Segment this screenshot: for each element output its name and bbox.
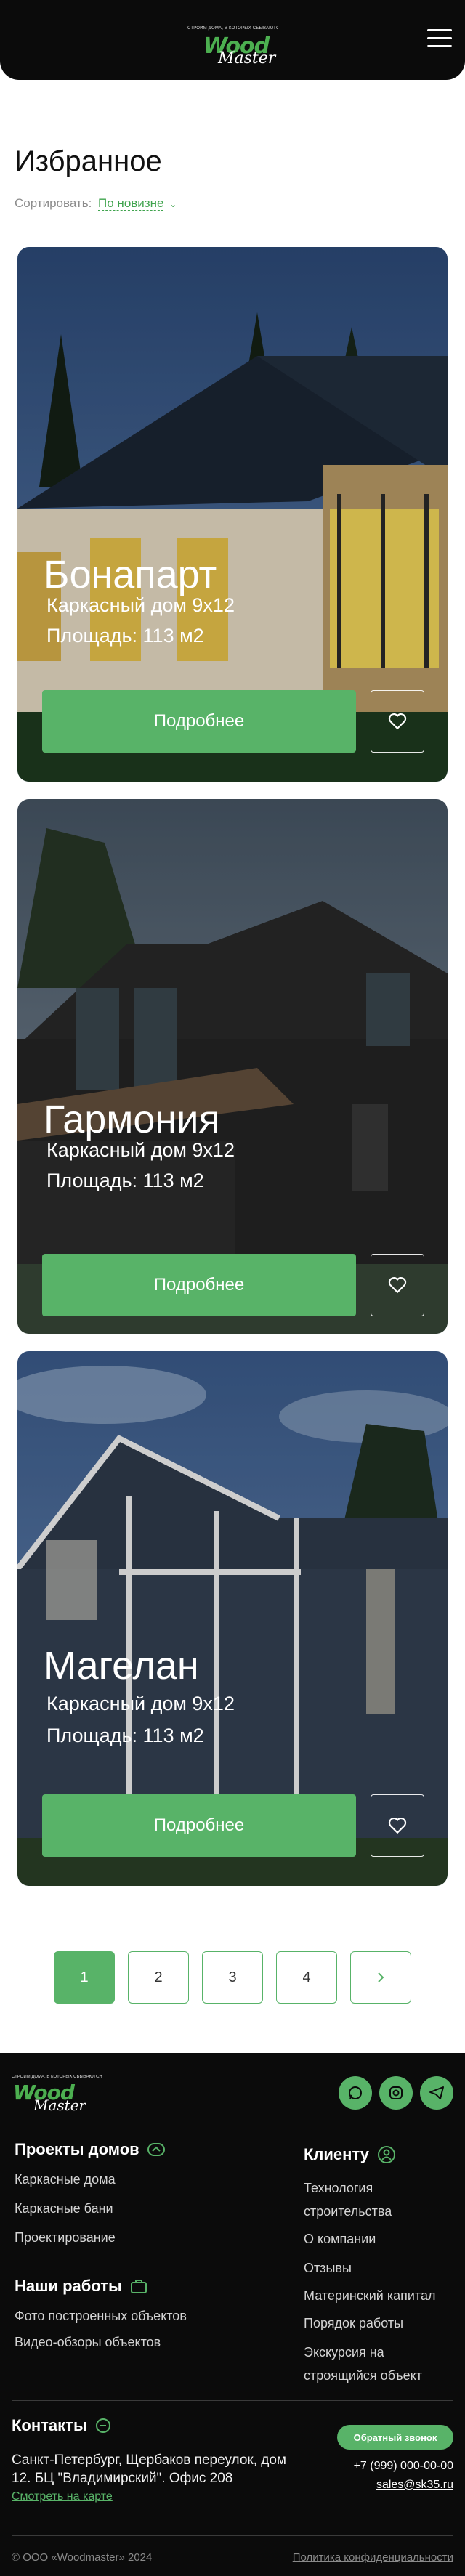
details-button[interactable]: Подробнее — [42, 1254, 356, 1316]
project-card[interactable]: Магелан Каркасный дом 9х12 Площадь: 113 … — [17, 1351, 448, 1886]
client-heading: Клиенту — [304, 2144, 397, 2165]
footer-link-photos[interactable]: Фото построенных объектов — [15, 2304, 187, 2328]
instagram-icon[interactable] — [379, 2076, 413, 2110]
favorite-button[interactable] — [371, 690, 424, 753]
details-button[interactable]: Подробнее — [42, 1794, 356, 1857]
footer-link-reviews[interactable]: Отзывы — [304, 2256, 352, 2280]
pagination: 1 2 3 4 — [54, 1951, 411, 2004]
logo-master: Master — [218, 49, 276, 68]
project-type: Каркасный дом 9х12 — [46, 1693, 235, 1714]
footer-link-frame-houses[interactable]: Каркасные дома — [15, 2168, 116, 2191]
chat-icon — [95, 2418, 110, 2433]
divider — [12, 2400, 453, 2401]
phone-number[interactable]: +7 (999) 000-00-00 — [354, 2460, 453, 2473]
project-type: Каркасный дом 9х12 — [46, 594, 235, 616]
footer-link-about[interactable]: О компании — [304, 2227, 376, 2251]
logo[interactable]: СТРОИМ ДОМА, В КОТОРЫХ СБЫВАЮТСЯ МЕЧТЫ W… — [187, 25, 278, 68]
works-title: Наши работы — [15, 2277, 122, 2295]
sort-control: Сортировать: По новизне ⌄ — [15, 196, 177, 211]
logo-tagline: СТРОИМ ДОМА, В КОТОРЫХ СБЫВАЮТСЯ МЕЧТЫ — [12, 2075, 102, 2079]
project-name: Гармония — [44, 1098, 220, 1141]
heart-icon — [388, 1817, 407, 1834]
heart-icon — [388, 713, 407, 730]
works-heading: Наши работы — [15, 2277, 148, 2296]
briefcase-icon — [130, 2280, 147, 2293]
page-button-4[interactable]: 4 — [276, 1951, 337, 2004]
site-footer: СТРОИМ ДОМА, В КОТОРЫХ СБЫВАЮТСЯ МЕЧТЫ W… — [0, 2053, 465, 2576]
project-area: Площадь: 113 м2 — [46, 1170, 204, 1191]
burger-menu-icon[interactable] — [427, 29, 452, 51]
footer-link-technology[interactable]: Технология строительства — [304, 2176, 449, 2223]
footer-link-work-order[interactable]: Порядок работы — [304, 2312, 403, 2335]
page-button-3[interactable]: 3 — [202, 1951, 263, 2004]
site-header: СТРОИМ ДОМА, В КОТОРЫХ СБЫВАЮТСЯ МЕЧТЫ W… — [0, 0, 465, 80]
chevron-down-icon[interactable]: ⌄ — [169, 199, 177, 209]
page-button-2[interactable]: 2 — [128, 1951, 189, 2004]
projects-heading: Проекты домов — [15, 2140, 166, 2159]
footer-link-excursion[interactable]: Экскурсия на строящийся объект — [304, 2341, 456, 2387]
chevron-right-icon — [378, 1972, 384, 1982]
copyright: © ООО «Woodmaster» 2024 — [12, 2551, 153, 2564]
user-icon — [378, 2146, 396, 2163]
favorite-button[interactable] — [371, 1254, 424, 1316]
footer-link-maternity-capital[interactable]: Материнский капитал — [304, 2284, 436, 2307]
project-area: Площадь: 113 м2 — [46, 1725, 204, 1746]
next-page-button[interactable] — [350, 1951, 411, 2004]
house-icon — [147, 2143, 165, 2156]
logo-tagline: СТРОИМ ДОМА, В КОТОРЫХ СБЫВАЮТСЯ МЕЧТЫ — [187, 26, 278, 31]
sort-label: Сортировать: — [15, 196, 92, 210]
contacts-title: Контакты — [12, 2416, 87, 2434]
details-button[interactable]: Подробнее — [42, 690, 356, 753]
telegram-icon[interactable] — [420, 2076, 453, 2110]
footer-link-videos[interactable]: Видео-обзоры объектов — [15, 2330, 161, 2354]
project-type: Каркасный дом 9х12 — [46, 1139, 235, 1161]
divider — [12, 2535, 453, 2536]
privacy-policy-link[interactable]: Политика конфиденциальности — [293, 2551, 453, 2564]
logo-master: Master — [33, 2097, 86, 2114]
email-link[interactable]: sales@sk35.ru — [376, 2479, 453, 2492]
whatsapp-icon[interactable] — [339, 2076, 372, 2110]
project-card[interactable]: Бонапарт Каркасный дом 9х12 Площадь: 113… — [17, 247, 448, 782]
page-title: Избранное — [15, 145, 162, 177]
page-button-1[interactable]: 1 — [54, 1951, 115, 2004]
client-title: Клиенту — [304, 2145, 370, 2163]
callback-button[interactable]: Обратный звонок — [337, 2425, 453, 2450]
sort-dropdown[interactable]: По новизне — [98, 196, 164, 211]
favorite-button[interactable] — [371, 1794, 424, 1857]
heart-icon — [388, 1276, 407, 1294]
map-link[interactable]: Смотреть на карте — [12, 2490, 113, 2503]
footer-link-frame-baths[interactable]: Каркасные бани — [15, 2197, 113, 2220]
project-name: Бонапарт — [44, 553, 217, 596]
project-card[interactable]: Гармония Каркасный дом 9х12 Площадь: 113… — [17, 799, 448, 1334]
project-area: Площадь: 113 м2 — [46, 625, 204, 647]
project-name: Магелан — [44, 1644, 199, 1688]
contact-address: Санкт-Петербург, Щербаков переулок, дом … — [12, 2453, 286, 2486]
footer-logo[interactable]: СТРОИМ ДОМА, В КОТОРЫХ СБЫВАЮТСЯ МЕЧТЫ W… — [12, 2075, 102, 2115]
footer-link-design[interactable]: Проектирование — [15, 2226, 116, 2249]
contacts-heading: Контакты — [12, 2416, 112, 2435]
projects-title: Проекты домов — [15, 2140, 140, 2158]
